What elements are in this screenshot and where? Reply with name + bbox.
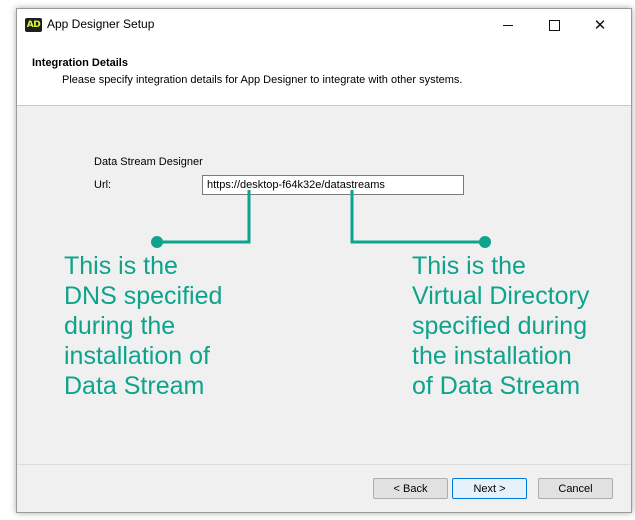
maximize-icon: [548, 19, 560, 31]
annotation-line: specified during: [412, 312, 588, 340]
data-stream-designer-label: Data Stream Designer: [94, 156, 203, 168]
annotation-line: of Data Stream: [412, 372, 581, 400]
maximize-button[interactable]: [531, 9, 577, 41]
annotation-line: Data Stream: [64, 372, 205, 400]
right-connector-dot: [479, 236, 491, 248]
app-designer-icon: AD: [25, 18, 42, 32]
left-connector-dot: [151, 236, 163, 248]
header-panel: Integration Details Please specify integ…: [17, 41, 631, 106]
minimize-button[interactable]: [485, 9, 531, 41]
cancel-button[interactable]: Cancel: [538, 478, 613, 499]
url-label: Url:: [94, 179, 112, 191]
setup-window: AD App Designer Setup ✕ Integration Deta…: [16, 8, 632, 513]
page-subtitle: Please specify integration details for A…: [62, 74, 463, 86]
annotation-line: during the: [64, 312, 176, 340]
annotation-line: installation of: [64, 342, 210, 370]
footer-divider: [17, 464, 631, 465]
annotation-line: This is the: [412, 252, 526, 280]
minimize-icon: [503, 24, 513, 26]
next-button[interactable]: Next >: [452, 478, 527, 499]
url-input[interactable]: [202, 175, 464, 195]
window-title: App Designer Setup: [47, 17, 155, 31]
back-button[interactable]: < Back: [373, 478, 448, 499]
dns-annotation: This is the DNS specified during the ins…: [64, 251, 294, 401]
page-title: Integration Details: [32, 57, 128, 69]
annotation-line: Virtual Directory: [412, 282, 590, 310]
close-button[interactable]: ✕: [577, 9, 623, 41]
right-connector-line: [350, 190, 485, 244]
close-icon: ✕: [593, 15, 607, 34]
title-bar[interactable]: AD App Designer Setup ✕: [17, 9, 631, 41]
annotation-line: DNS specified: [64, 282, 223, 310]
virtual-directory-annotation: This is the Virtual Directory specified …: [412, 251, 627, 401]
left-connector-line: [157, 190, 251, 244]
annotation-line: the installation: [412, 342, 572, 370]
annotation-line: This is the: [64, 252, 178, 280]
